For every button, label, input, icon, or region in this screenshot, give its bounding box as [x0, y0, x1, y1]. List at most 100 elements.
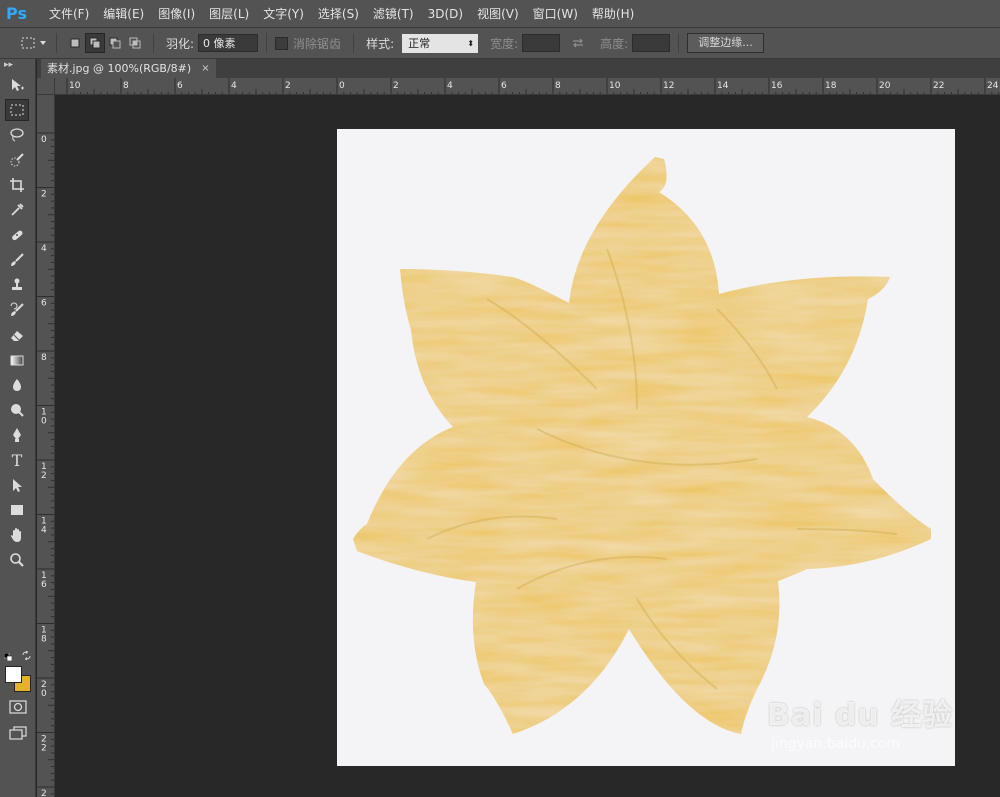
menu-file[interactable]: 文件(F) [42, 0, 96, 28]
menu-filter[interactable]: 滤镜(T) [366, 0, 421, 28]
marquee-preset-icon[interactable] [18, 33, 38, 53]
hand-tool-icon[interactable] [5, 524, 29, 546]
ruler-label: 10 [69, 81, 81, 91]
ruler-label: 2 [41, 190, 47, 200]
move-tool-icon[interactable] [5, 74, 29, 96]
subtract-selection-icon[interactable] [105, 33, 125, 53]
eraser-tool-icon[interactable] [5, 324, 29, 346]
blur-tool-icon[interactable] [5, 374, 29, 396]
height-label: 高度: [600, 36, 629, 51]
ruler-label: 10 [609, 81, 621, 91]
type-tool-icon[interactable]: T [5, 449, 29, 471]
divider [678, 33, 680, 53]
document-canvas[interactable] [337, 129, 955, 766]
screen-mode-icon[interactable] [9, 726, 27, 740]
ruler-label: 0 [41, 135, 47, 145]
ruler-label: 4 [41, 526, 47, 536]
ruler-label: 4 [447, 81, 453, 91]
style-label: 样式: [366, 36, 395, 51]
divider [56, 33, 57, 53]
ruler-label: 6 [41, 299, 47, 309]
panel-collapse-icon[interactable]: ▸▸ [0, 59, 35, 71]
add-to-selection-icon[interactable] [85, 33, 105, 53]
menu-help[interactable]: 帮助(H) [585, 0, 641, 28]
menu-view[interactable]: 视图(V) [470, 0, 526, 28]
brush-tool-icon[interactable] [5, 249, 29, 271]
horizontal-ruler[interactable]: 10 8 6 4 2 0 2 4 6 8 10 12 14 16 18 20 22 24 [55, 78, 1000, 95]
ruler-label: 20 [879, 81, 891, 91]
ruler-label: 2 [41, 789, 47, 797]
menu-select[interactable]: 选择(S) [311, 0, 366, 28]
lasso-tool-icon[interactable] [5, 124, 29, 146]
swap-dimensions-icon[interactable] [568, 33, 588, 53]
foreground-color-swatch[interactable] [5, 666, 22, 683]
feather-label: 羽化: [166, 36, 195, 51]
path-selection-tool-icon[interactable] [5, 474, 29, 496]
yellow-flower-artwork [353, 157, 931, 734]
menu-type[interactable]: 文字(Y) [256, 0, 311, 28]
ruler-label: 4 [41, 244, 47, 254]
divider [266, 33, 268, 53]
quick-mask-icon[interactable] [9, 700, 27, 714]
ruler-label: 14 [717, 81, 729, 91]
photoshop-logo: Ps [6, 3, 27, 23]
antialias-label: 消除锯齿 [293, 36, 342, 51]
gradient-tool-icon[interactable] [5, 349, 29, 371]
ruler-label: 2 [41, 744, 47, 754]
dodge-tool-icon[interactable] [5, 399, 29, 421]
rectangle-tool-icon[interactable] [5, 499, 29, 521]
ruler-label: 0 [41, 689, 47, 699]
menu-image[interactable]: 图像(I) [151, 0, 202, 28]
menu-window[interactable]: 窗口(W) [526, 0, 585, 28]
ruler-label: 8 [555, 81, 561, 91]
pen-tool-icon[interactable] [5, 424, 29, 446]
zoom-tool-icon[interactable] [5, 549, 29, 571]
quick-select-tool-icon[interactable] [5, 149, 29, 171]
style-select[interactable]: 正常 ⬍ [402, 33, 479, 53]
ruler-label: 2 [41, 471, 47, 481]
menu-edit[interactable]: 编辑(E) [96, 0, 151, 28]
ruler-label: 12 [663, 81, 674, 91]
document-tab-title: 素材.jpg @ 100%(RGB/8#) [47, 62, 192, 75]
intersect-selection-icon[interactable] [125, 33, 145, 53]
flower-shape [353, 157, 931, 734]
new-selection-icon[interactable] [65, 33, 85, 53]
antialias-checkbox[interactable] [275, 36, 289, 50]
close-icon[interactable]: × [201, 59, 209, 78]
ruler-label: 8 [41, 353, 47, 363]
swap-colors-icon[interactable] [22, 649, 31, 661]
baidu-watermark-logo: Bai du 经验 [767, 698, 954, 733]
vertical-ruler[interactable]: 024681012141618202224 [37, 95, 55, 797]
document-tab[interactable]: 素材.jpg @ 100%(RGB/8#) × [41, 59, 216, 78]
options-bar: 羽化: 0 像素 消除锯齿 样式: 正常 ⬍ 宽度: 高度: 调整边缘... [0, 28, 1000, 59]
ruler-label: 22 [933, 81, 944, 91]
ruler-label: 8 [123, 81, 129, 91]
crop-tool-icon[interactable] [5, 174, 29, 196]
healing-brush-tool-icon[interactable] [5, 224, 29, 246]
menu-layer[interactable]: 图层(L) [202, 0, 256, 28]
ruler-label: 24 [987, 81, 999, 91]
ruler-label: 6 [501, 81, 507, 91]
clone-stamp-tool-icon[interactable] [5, 274, 29, 296]
refine-edge-button[interactable]: 调整边缘... [687, 33, 764, 53]
ruler-label: 4 [231, 81, 237, 91]
ruler-origin[interactable] [37, 78, 55, 95]
width-input[interactable] [522, 34, 561, 52]
feather-input[interactable]: 0 像素 [198, 34, 259, 52]
default-colors-icon[interactable] [3, 650, 13, 662]
height-input[interactable] [632, 34, 671, 52]
baidu-watermark: Bai du 经验 jingyan.baidu.com [767, 690, 953, 752]
select-arrows-icon: ⬍ [467, 38, 475, 48]
tools-panel: ▸▸ T [0, 59, 36, 797]
eyedropper-tool-icon[interactable] [5, 199, 29, 221]
history-brush-tool-icon[interactable] [5, 299, 29, 321]
ruler-label: 16 [771, 81, 783, 91]
menu-3d[interactable]: 3D(D) [421, 0, 470, 28]
preset-dropdown-icon[interactable] [38, 33, 48, 53]
menu-bar: Ps 文件(F) 编辑(E) 图像(I) 图层(L) 文字(Y) 选择(S) 滤… [0, 0, 1000, 28]
marquee-tool-icon[interactable] [5, 99, 29, 121]
ruler-label: 0 [41, 417, 47, 427]
ruler-label: 2 [285, 81, 291, 91]
width-label: 宽度: [490, 36, 519, 51]
ruler-label: 0 [339, 81, 345, 91]
